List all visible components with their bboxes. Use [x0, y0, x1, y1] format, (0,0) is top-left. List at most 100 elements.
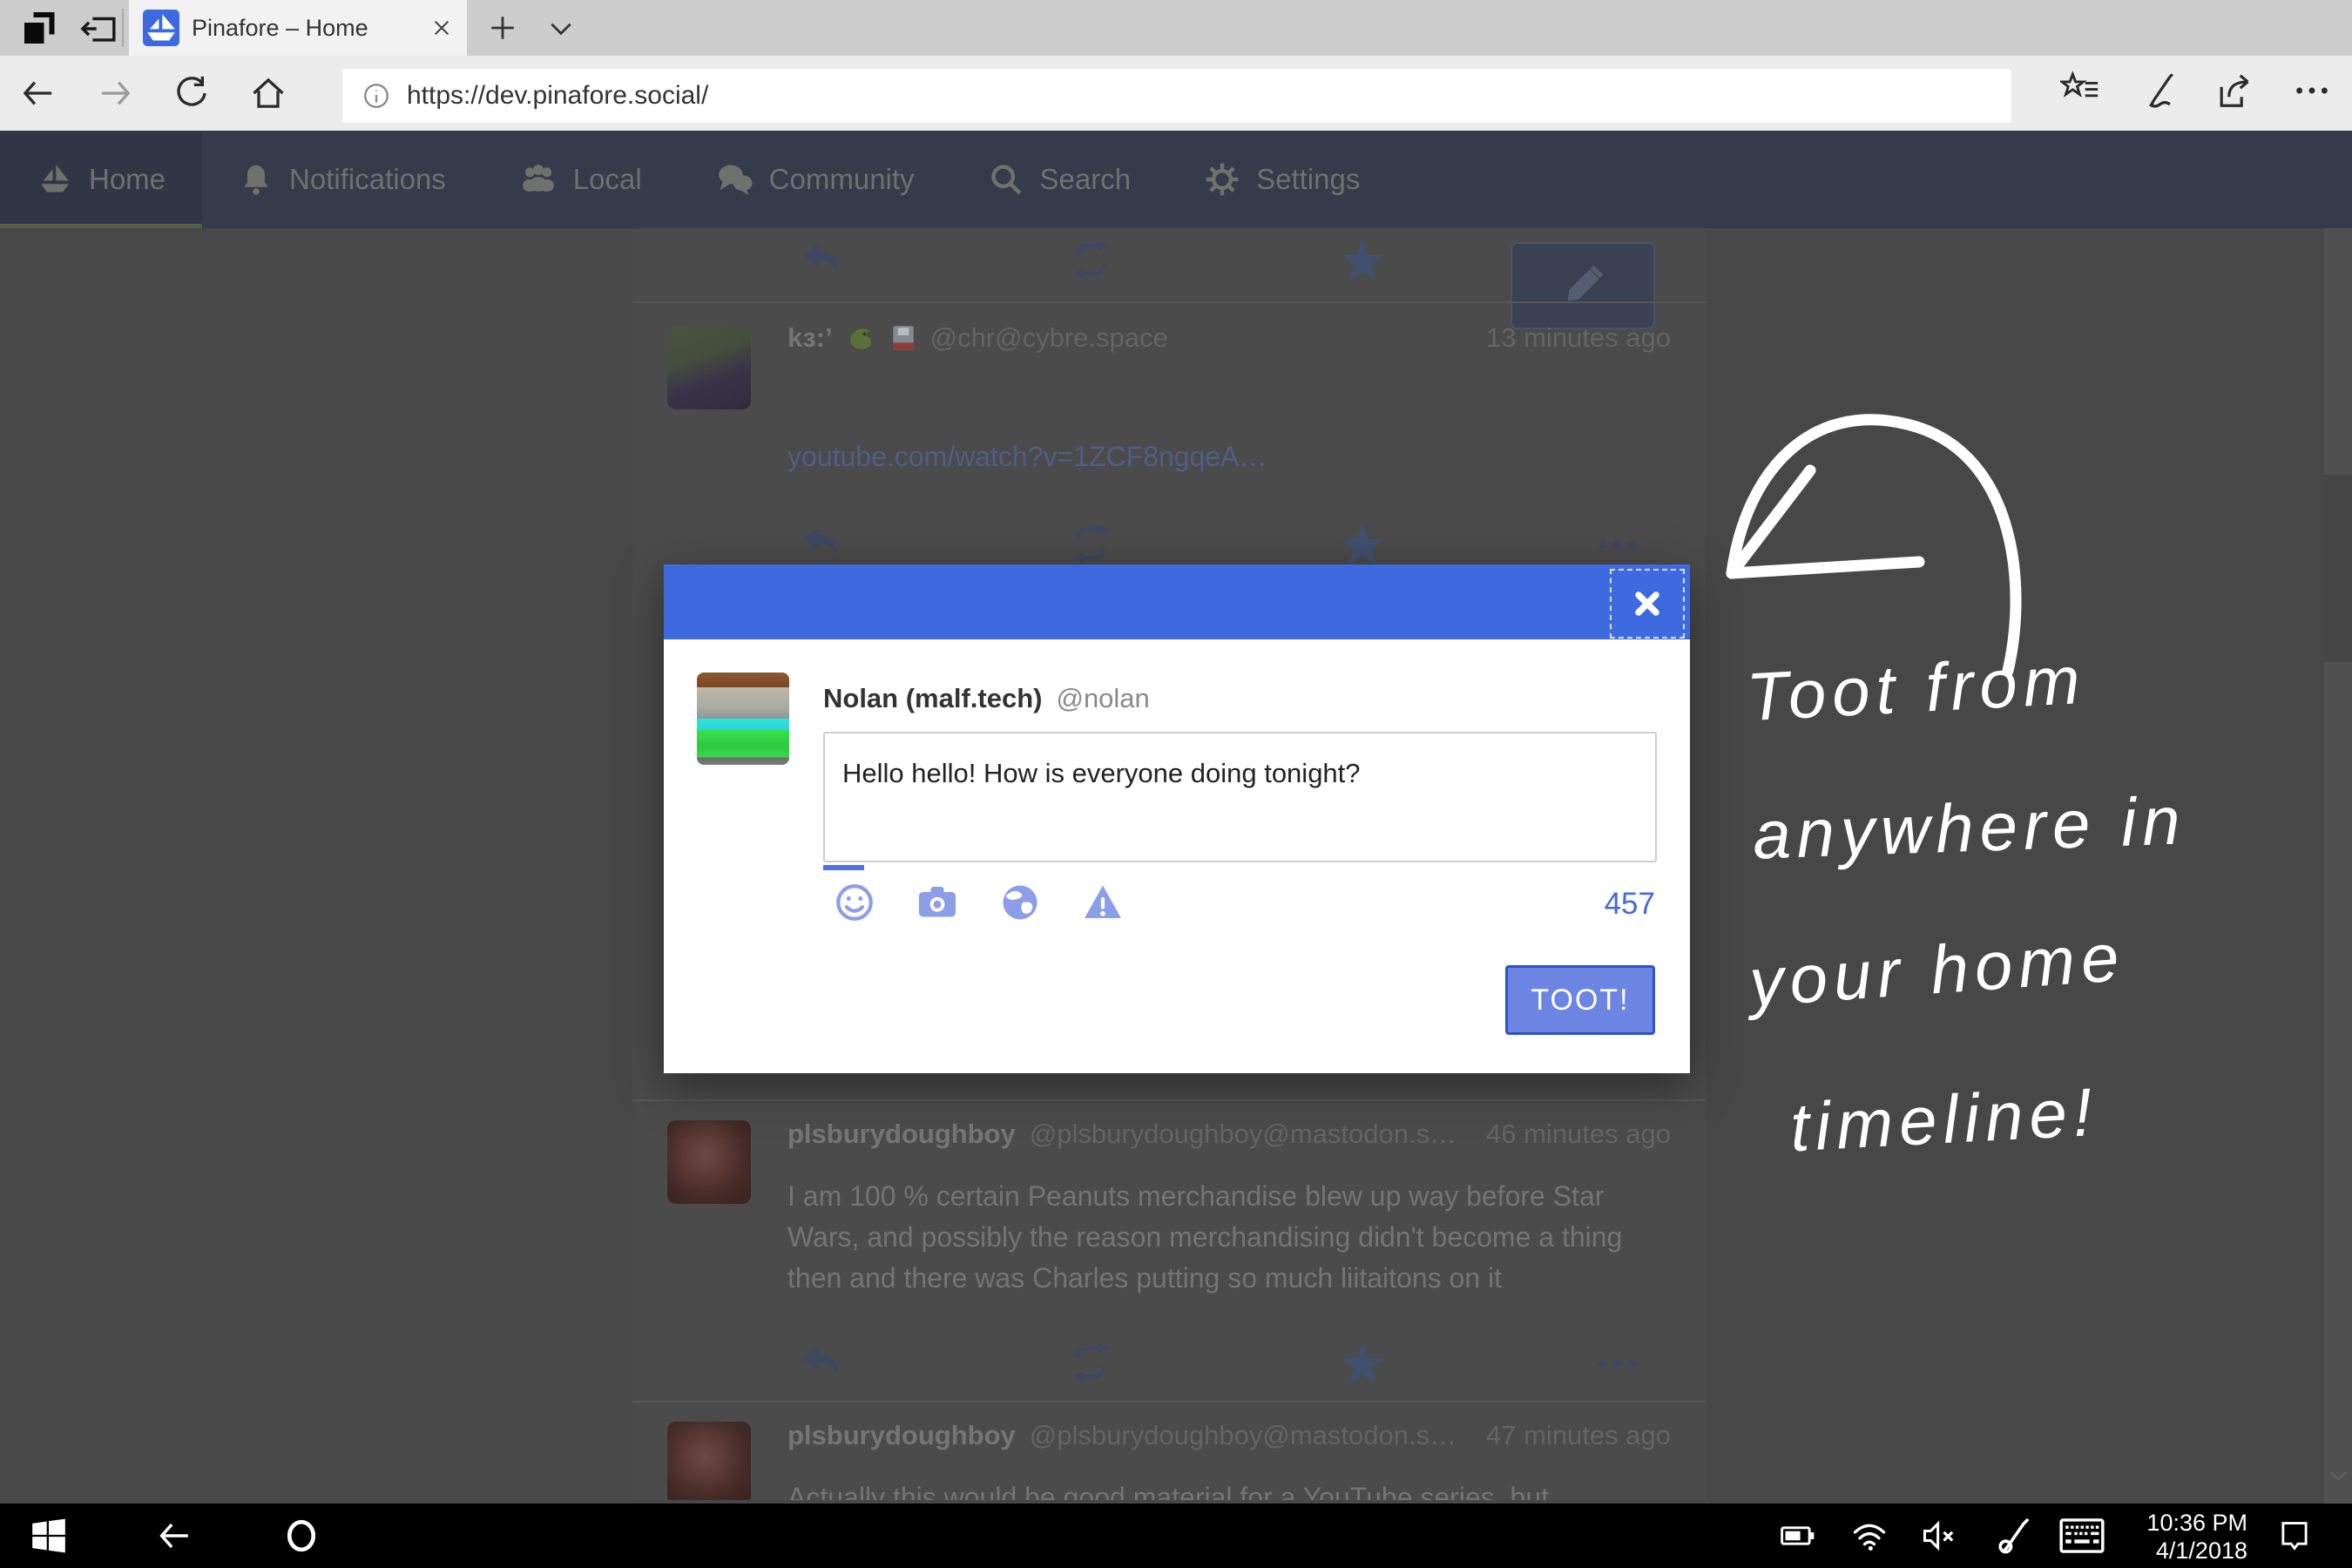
avatar[interactable] [667, 326, 751, 409]
refresh-icon[interactable] [164, 65, 220, 121]
post[interactable]: plsburydoughboy @plsburydoughboy@mastodo… [632, 1402, 1706, 1500]
site-info-icon[interactable] [362, 81, 391, 111]
battery-icon[interactable] [1774, 1504, 1822, 1568]
wifi-icon[interactable] [1845, 1504, 1894, 1568]
length-gauge [823, 865, 864, 870]
post-author-handle[interactable]: @plsburydoughboy@mastodon.s… [1030, 1119, 1456, 1150]
nav-label: Community [769, 163, 915, 196]
taskbar-back-icon[interactable] [150, 1504, 199, 1568]
url-text[interactable]: https://dev.pinafore.social/ [407, 81, 708, 111]
windows-start-icon[interactable] [24, 1504, 73, 1568]
tab-close-icon[interactable] [430, 17, 453, 39]
globe-privacy-icon[interactable] [999, 882, 1041, 923]
nav-item-local[interactable]: Local [483, 131, 679, 228]
nav-item-search[interactable]: Search [951, 131, 1168, 228]
char-count: 457 [1605, 887, 1655, 922]
search-icon [988, 161, 1024, 198]
compose-textarea[interactable]: Hello hello! How is everyone doing tonig… [823, 732, 1657, 862]
annotation-line: your home [1747, 917, 2127, 1023]
boost-icon[interactable] [1068, 521, 1113, 566]
annotation-arrow [1707, 383, 2038, 688]
home-icon[interactable] [240, 65, 296, 121]
share-icon[interactable] [2207, 63, 2263, 118]
post-author-name[interactable]: plsburydoughboy [787, 1420, 1016, 1451]
volume-muted-icon[interactable] [1915, 1504, 1963, 1568]
gear-icon [1204, 161, 1240, 198]
set-tabs-aside-icon[interactable] [19, 7, 61, 49]
close-icon [1630, 586, 1665, 621]
nav-item-community[interactable]: Community [679, 131, 951, 228]
emoji-smiley-icon[interactable] [834, 882, 875, 923]
toot-button[interactable]: TOOT! [1505, 965, 1655, 1035]
tab-title: Pinafore – Home [192, 15, 418, 42]
tab-preview-chevron-icon[interactable] [533, 0, 589, 56]
nav-item-notifications[interactable]: Notifications [202, 131, 483, 228]
boost-icon[interactable] [1068, 237, 1113, 282]
new-tab-icon[interactable] [475, 0, 531, 56]
post-header: plsburydoughboy @plsburydoughboy@mastodo… [787, 1420, 1671, 1451]
nav-item-home[interactable]: Home [0, 131, 202, 228]
cortana-icon[interactable] [277, 1504, 326, 1568]
boost-icon[interactable] [1068, 1340, 1113, 1385]
modal-header [664, 564, 1690, 639]
web-note-icon[interactable] [2131, 63, 2186, 118]
post-header: plsburydoughboy @plsburydoughboy@mastodo… [787, 1119, 1671, 1150]
more-icon[interactable] [2284, 63, 2340, 118]
browser-tab[interactable]: Pinafore – Home [129, 0, 467, 56]
status-action-row [632, 1340, 1706, 1401]
annotation-line: anywhere in [1752, 781, 2187, 875]
nav-label: Settings [1256, 163, 1360, 196]
chat-bubbles-icon [715, 160, 754, 199]
modal-close-button[interactable] [1610, 569, 1685, 639]
more-options-icon[interactable] [1596, 533, 1639, 556]
taskbar: 10:36 PM 4/1/2018 [0, 1504, 2352, 1568]
compose-display-name: Nolan (malf.tech) [823, 683, 1042, 714]
page-scrollbar[interactable] [2324, 228, 2352, 1504]
nav-item-settings[interactable]: Settings [1167, 131, 1396, 228]
more-options-icon[interactable] [1596, 1352, 1639, 1375]
favorite-star-icon[interactable] [1338, 237, 1387, 286]
post-author-name[interactable]: kɜ:ʼ [787, 322, 833, 354]
compose-text: Hello hello! How is everyone doing tonig… [842, 758, 1361, 788]
post-author-handle[interactable]: @chr@cybre.space [930, 322, 1168, 354]
post-author-name[interactable]: plsburydoughboy [787, 1119, 1016, 1150]
post-author-handle[interactable]: @plsburydoughboy@mastodon.s… [1030, 1420, 1456, 1451]
forward-icon[interactable] [87, 65, 143, 121]
action-center-icon[interactable] [2270, 1504, 2319, 1568]
pinafore-nav: Home Notifications Local Community Searc… [0, 131, 2352, 228]
screen: Pinafore – Home https://dev.pinaf [0, 0, 2352, 1568]
bell-icon [239, 162, 274, 197]
back-icon[interactable] [10, 65, 66, 121]
camera-media-icon[interactable] [916, 882, 959, 923]
avatar[interactable] [667, 1422, 751, 1500]
annotation-line: timeline! [1788, 1072, 2100, 1167]
pinafore-favicon [143, 10, 179, 46]
reply-icon[interactable] [798, 237, 843, 282]
post-link[interactable]: youtube.com/watch?v=1ZCF8ngqeA… [787, 441, 1671, 473]
post-timestamp[interactable]: 13 minutes ago [1486, 322, 1671, 354]
post-timestamp[interactable]: 46 minutes ago [1486, 1119, 1671, 1150]
sailboat-icon [37, 161, 73, 198]
compose-modal: Nolan (malf.tech) @nolan Hello hello! Ho… [664, 564, 1690, 1073]
annotation-line: Toot from [1745, 640, 2088, 737]
reply-icon[interactable] [798, 1340, 843, 1385]
url-bar[interactable]: https://dev.pinafore.social/ [342, 69, 2011, 123]
touch-keyboard-icon[interactable] [2058, 1504, 2106, 1568]
content-warning-icon[interactable] [1081, 882, 1125, 923]
clock-date: 4/1/2018 [2146, 1537, 2247, 1565]
post[interactable]: plsburydoughboy @plsburydoughboy@mastodo… [632, 1101, 1706, 1444]
scrollbar-thumb[interactable] [2324, 475, 2352, 662]
post-content[interactable]: Actually this would be good material for… [787, 1477, 1676, 1500]
restore-tabs-icon[interactable] [80, 9, 120, 49]
pen-icon[interactable] [1990, 1504, 2038, 1568]
compose-avatar[interactable] [697, 672, 789, 765]
post-content[interactable]: I am 100 % certain Peanuts merchandise b… [787, 1176, 1676, 1299]
favorite-star-icon[interactable] [1338, 1340, 1387, 1389]
post-timestamp[interactable]: 47 minutes ago [1486, 1420, 1671, 1451]
taskbar-clock[interactable]: 10:36 PM 4/1/2018 [2146, 1509, 2247, 1565]
avatar[interactable] [667, 1120, 751, 1204]
favorites-hub-icon[interactable] [2052, 63, 2108, 118]
reply-icon[interactable] [798, 521, 843, 566]
scrollbar-down-arrow[interactable] [2328, 1469, 2349, 1483]
favorite-star-icon[interactable] [1338, 521, 1387, 570]
